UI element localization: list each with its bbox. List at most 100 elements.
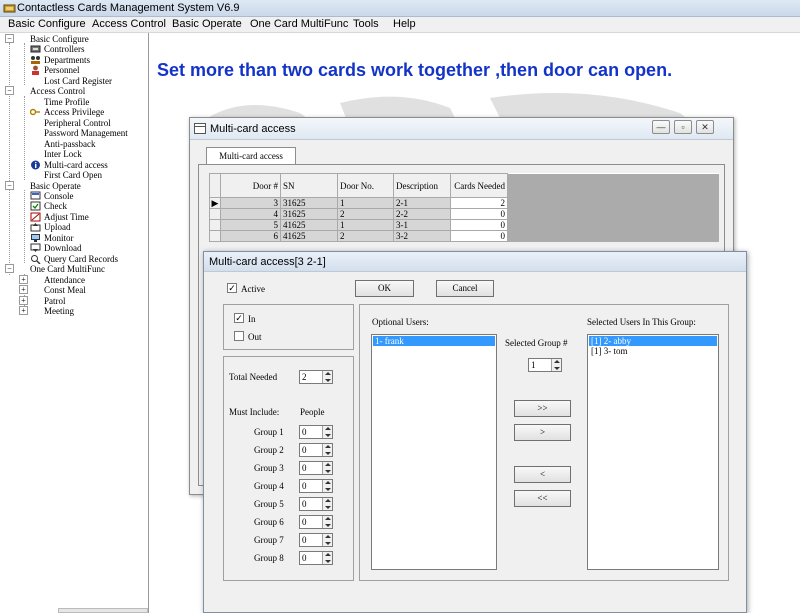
spin-arrows-icon[interactable] [551,359,561,371]
spin-arrows-icon[interactable] [322,371,332,383]
cell-cards-needed[interactable]: 2 [450,197,508,209]
col-sn[interactable]: SN [280,173,338,198]
table-row[interactable]: 5 41625 1 3-1 0 [209,219,719,231]
cell-door[interactable]: 5 [220,219,281,231]
menu-one-card-multifunc[interactable]: One Card MultiFunc [250,18,348,30]
tree-console[interactable]: Console [44,191,74,201]
tree-departments[interactable]: Departments [44,55,90,65]
table-row[interactable]: 4 31625 2 2-2 0 [209,208,719,220]
group-3-stepper[interactable]: 0 [299,461,333,475]
tree-peripheral-control[interactable]: Peripheral Control [44,118,111,128]
tree-query-card-records[interactable]: Query Card Records [44,254,118,264]
spin-arrows-icon[interactable] [322,516,332,528]
tree-one-card-multifunc[interactable]: One Card MultiFunc [30,264,105,274]
close-icon[interactable]: ✕ [696,120,714,134]
menu-tools[interactable]: Tools [353,18,379,30]
group-5-stepper[interactable]: 0 [299,497,333,511]
col-cards-needed[interactable]: Cards Needed [450,173,508,198]
spin-arrows-icon[interactable] [322,462,332,474]
tree-horizontal-scrollbar[interactable] [58,608,148,613]
list-item[interactable]: [1] 2- abby [589,336,717,346]
menu-help[interactable]: Help [393,18,416,30]
cell-description[interactable]: 3-1 [393,219,451,231]
group-6-stepper[interactable]: 0 [299,515,333,529]
spin-arrows-icon[interactable] [322,534,332,546]
active-checkbox[interactable]: ✓ [227,283,237,293]
group-4-stepper[interactable]: 0 [299,479,333,493]
out-checkbox[interactable] [234,331,244,341]
spin-arrows-icon[interactable] [322,426,332,438]
tree-personnel[interactable]: Personnel [44,65,80,75]
tree-patrol[interactable]: Patrol [44,296,66,306]
list-item[interactable]: [1] 3- tom [589,346,717,356]
expander-plus-icon[interactable]: + [19,306,28,315]
tree-meeting[interactable]: Meeting [44,306,74,316]
col-door-no[interactable]: Door No. [337,173,394,198]
menu-basic-operate[interactable]: Basic Operate [172,18,242,30]
cell-sn[interactable]: 41625 [280,219,338,231]
tree-time-profile[interactable]: Time Profile [44,97,89,107]
expander-plus-icon[interactable]: + [19,285,28,294]
tree-multi-card-access[interactable]: Multi-card access [44,160,108,170]
spin-arrows-icon[interactable] [322,498,332,510]
cell-door-no[interactable]: 1 [337,219,394,231]
tree-access-control[interactable]: Access Control [30,86,85,96]
tree-access-privilege[interactable]: Access Privilege [44,107,104,117]
in-checkbox[interactable]: ✓ [234,313,244,323]
menu-access-control[interactable]: Access Control [92,18,166,30]
col-door-num[interactable]: Door # [220,173,281,198]
menu-basic-configure[interactable]: Basic Configure [8,18,86,30]
tree-const-meal[interactable]: Const Meal [44,285,86,295]
tree-monitor[interactable]: Monitor [44,233,74,243]
expander-minus-icon[interactable]: − [5,86,14,95]
tree-controllers[interactable]: Controllers [44,44,85,54]
group-1-stepper[interactable]: 0 [299,425,333,439]
cell-door[interactable]: 6 [220,230,281,242]
spin-arrows-icon[interactable] [322,444,332,456]
tree-attendance[interactable]: Attendance [44,275,85,285]
total-needed-stepper[interactable]: 2 [299,370,333,384]
cell-description[interactable]: 2-2 [393,208,451,220]
cell-door[interactable]: 4 [220,208,281,220]
selected-users-list[interactable]: [1] 2- abby [1] 3- tom [587,334,719,570]
optional-users-list[interactable]: 1- frank [371,334,497,570]
remove-button[interactable]: < [514,466,571,483]
selected-group-stepper[interactable]: 1 [528,358,562,372]
cell-description[interactable]: 2-1 [393,197,451,209]
expander-minus-icon[interactable]: − [5,264,14,273]
table-row[interactable]: ▶ 3 31625 1 2-1 2 [209,197,719,209]
maximize-icon[interactable]: ▫ [674,120,692,134]
tree-anti-passback[interactable]: Anti-passback [44,139,96,149]
cell-description[interactable]: 3-2 [393,230,451,242]
tree-lost-card-register[interactable]: Lost Card Register [44,76,112,86]
expander-plus-icon[interactable]: + [19,296,28,305]
minimize-icon[interactable]: — [652,120,670,134]
tree-first-card-open[interactable]: First Card Open [44,170,102,180]
group-8-stepper[interactable]: 0 [299,551,333,565]
cell-door-no[interactable]: 2 [337,230,394,242]
cell-door-no[interactable]: 1 [337,197,394,209]
tree-adjust-time[interactable]: Adjust Time [44,212,89,222]
tree-download[interactable]: Download [44,243,82,253]
cell-cards-needed[interactable]: 0 [450,219,508,231]
tab-multi-card-access[interactable]: Multi-card access [206,147,296,165]
table-row[interactable]: 6 41625 2 3-2 0 [209,230,719,242]
remove-all-button[interactable]: << [514,490,571,507]
cell-sn[interactable]: 41625 [280,230,338,242]
expander-minus-icon[interactable]: − [5,181,14,190]
cancel-button[interactable]: Cancel [436,280,494,297]
ok-button[interactable]: OK [355,280,414,297]
cell-sn[interactable]: 31625 [280,197,338,209]
add-button[interactable]: > [514,424,571,441]
group-2-stepper[interactable]: 0 [299,443,333,457]
list-item[interactable]: 1- frank [373,336,495,346]
group-7-stepper[interactable]: 0 [299,533,333,547]
tree-upload[interactable]: Upload [44,222,71,232]
tree-check[interactable]: Check [44,201,67,211]
expander-minus-icon[interactable]: − [5,34,14,43]
tree-password-management[interactable]: Password Management [44,128,128,138]
col-description[interactable]: Description [393,173,451,198]
cell-sn[interactable]: 31625 [280,208,338,220]
tree-inter-lock[interactable]: Inter Lock [44,149,82,159]
spin-arrows-icon[interactable] [322,552,332,564]
